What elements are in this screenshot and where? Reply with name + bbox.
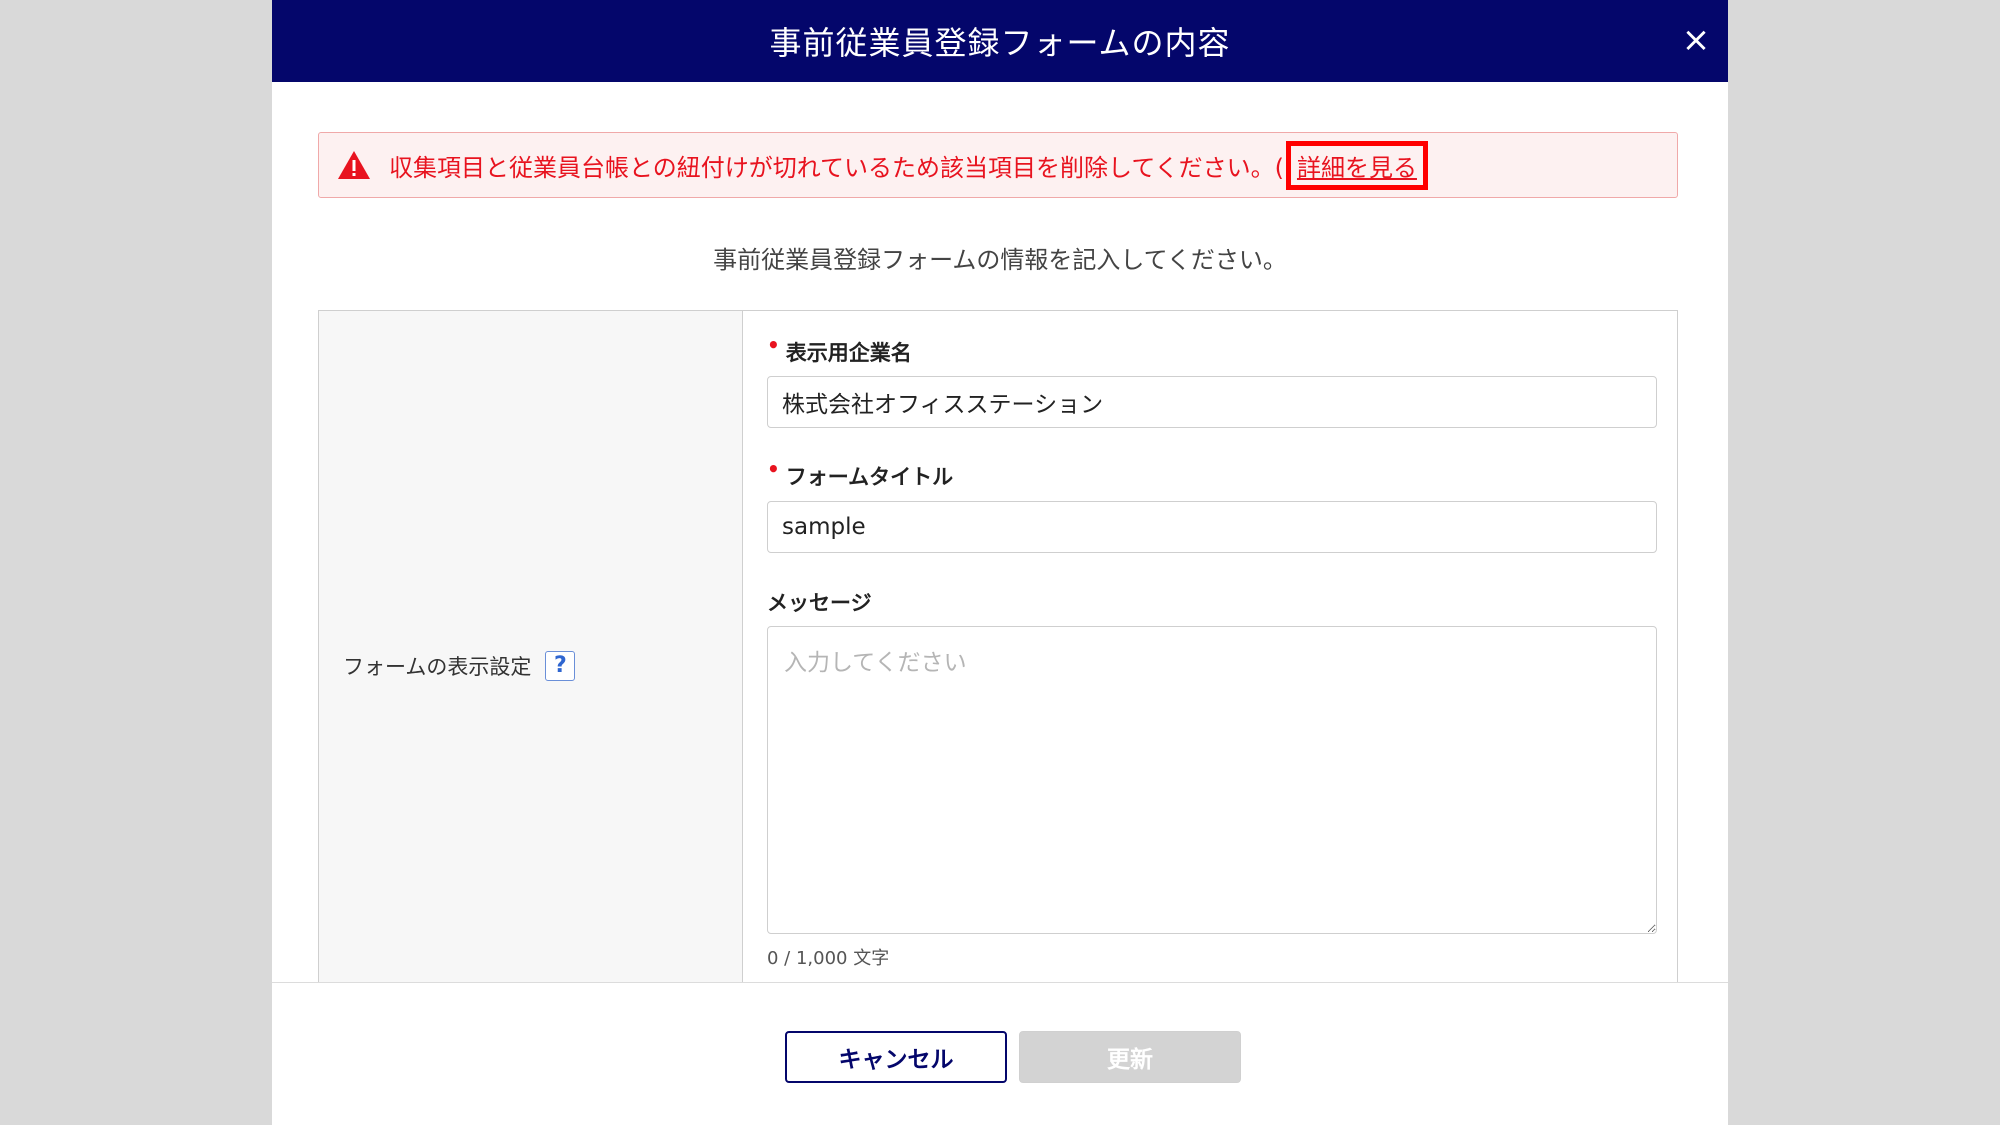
modal-title: 事前従業員登録フォームの内容 [769, 24, 1231, 62]
warning-icon [338, 151, 370, 179]
update-button[interactable]: 更新 [1019, 1031, 1241, 1083]
cancel-button[interactable]: キャンセル [785, 1031, 1007, 1083]
error-alert: 収集項目と従業員台帳との紐付けが切れているため該当項目を削除してください。( 詳… [318, 132, 1678, 198]
message-label: メッセージ [767, 591, 872, 615]
form-table: フォームの表示設定 ? •表示用企業名 •フォームタイトル メッセージ 0 / … [318, 310, 1678, 1020]
modal-header: 事前従業員登録フォームの内容 × [272, 0, 1728, 82]
fields-cell: •表示用企業名 •フォームタイトル メッセージ 0 / 1,000 文字 [743, 311, 1677, 1020]
character-counter: 0 / 1,000 文字 [767, 948, 890, 969]
company-name-input[interactable] [767, 376, 1657, 428]
company-name-label: • 表示用企業名 [767, 333, 912, 365]
highlight-box: 詳細を見る [1285, 140, 1428, 190]
help-icon[interactable]: ? [545, 650, 576, 681]
view-details-link[interactable]: 詳細を見る [1297, 154, 1417, 182]
modal-footer: キャンセル 更新 [272, 982, 1728, 1125]
form-title-input[interactable] [767, 501, 1657, 553]
intro-text: 事前従業員登録フォームの情報を記入してください。 [713, 246, 1287, 274]
required-mark: • [767, 333, 780, 357]
section-label-cell: フォームの表示設定 ? [319, 311, 743, 1020]
form-title-label: • フォームタイトル [767, 457, 954, 489]
section-label: フォームの表示設定 [343, 654, 532, 679]
close-icon[interactable]: × [1672, 16, 1720, 64]
modal-dialog: 事前従業員登録フォームの内容 × 収集項目と従業員台帳との紐付けが切れているため… [272, 0, 1728, 1125]
alert-message: 収集項目と従業員台帳との紐付けが切れているため該当項目を削除してください。( [389, 153, 1284, 182]
required-mark: • [767, 457, 780, 481]
message-textarea[interactable] [767, 626, 1657, 934]
